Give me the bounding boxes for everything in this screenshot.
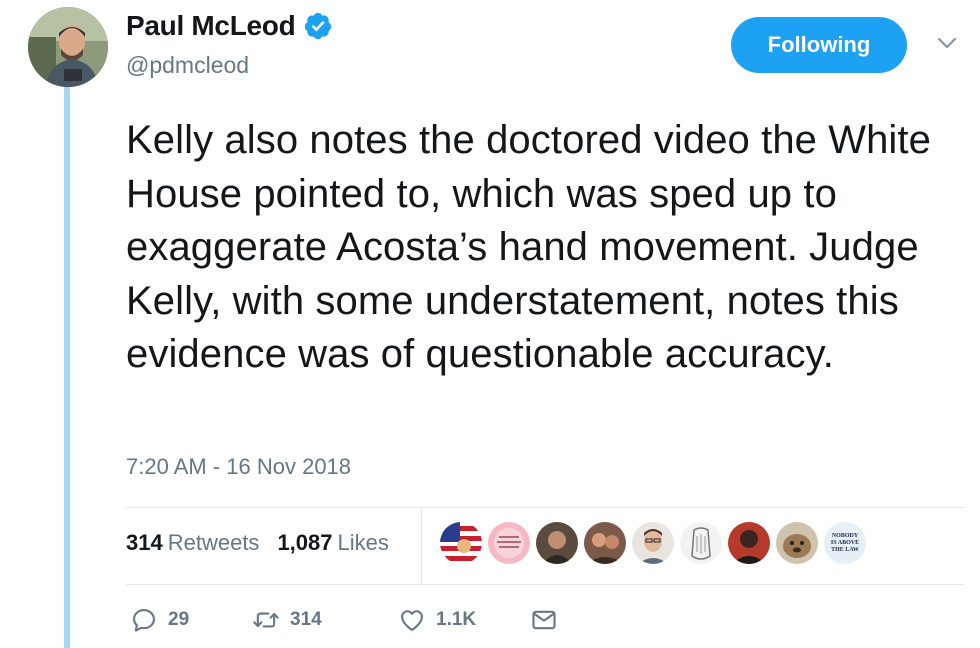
likes-label[interactable]: Likes: [338, 530, 389, 556]
divider-top: [126, 507, 964, 508]
liker-avatar[interactable]: [488, 522, 530, 564]
tweet-actions: 29 314 1.1K: [130, 606, 558, 634]
badge-line-2: IS ABOVE: [830, 539, 860, 546]
like-action[interactable]: 1.1K: [398, 606, 530, 634]
avatar[interactable]: [28, 7, 108, 87]
liker-avatars: NOBODY IS ABOVE THE LAW: [440, 522, 866, 564]
direct-message-action[interactable]: [530, 606, 558, 634]
direct-message-icon: [532, 610, 556, 630]
retweet-count: 314: [290, 609, 322, 630]
tweet-stats: 314 Retweets 1,087 Likes: [126, 530, 407, 556]
display-name[interactable]: Paul McLeod: [126, 10, 296, 42]
retweets-label[interactable]: Retweets: [168, 530, 260, 556]
reply-action[interactable]: 29: [130, 606, 252, 634]
liker-avatar-text-badge[interactable]: NOBODY IS ABOVE THE LAW: [824, 522, 866, 564]
badge-line-3: THE LAW: [831, 546, 859, 553]
divider-bottom: [126, 584, 964, 585]
liker-avatar[interactable]: [536, 522, 578, 564]
user-handle[interactable]: @pdmcleod: [126, 52, 249, 79]
liker-avatar[interactable]: [632, 522, 674, 564]
liker-avatar[interactable]: [584, 522, 626, 564]
heart-icon: [401, 610, 423, 631]
reply-icon: [133, 609, 155, 632]
likes-count[interactable]: 1,087: [277, 530, 332, 556]
retweets-count[interactable]: 314: [126, 530, 163, 556]
stats-separator: [421, 508, 422, 584]
like-count: 1.1K: [436, 609, 477, 630]
liker-avatar[interactable]: [680, 522, 722, 564]
retweet-action[interactable]: 314: [252, 606, 398, 634]
tweet-timestamp[interactable]: 7:20 AM - 16 Nov 2018: [126, 454, 351, 480]
retweet-icon: [253, 612, 279, 628]
badge-line-1: NOBODY: [831, 532, 859, 539]
author-name-row: Paul McLeod: [126, 10, 333, 42]
liker-avatar[interactable]: [728, 522, 770, 564]
following-button[interactable]: Following: [731, 17, 907, 73]
reply-count: 29: [168, 609, 190, 630]
thread-line: [64, 84, 70, 648]
chevron-down-icon[interactable]: [937, 36, 957, 50]
liker-avatar[interactable]: [776, 522, 818, 564]
verified-badge-icon: [305, 12, 332, 40]
liker-avatar[interactable]: [440, 522, 482, 564]
tweet-text: Kelly also notes the doctored video the …: [126, 118, 931, 376]
